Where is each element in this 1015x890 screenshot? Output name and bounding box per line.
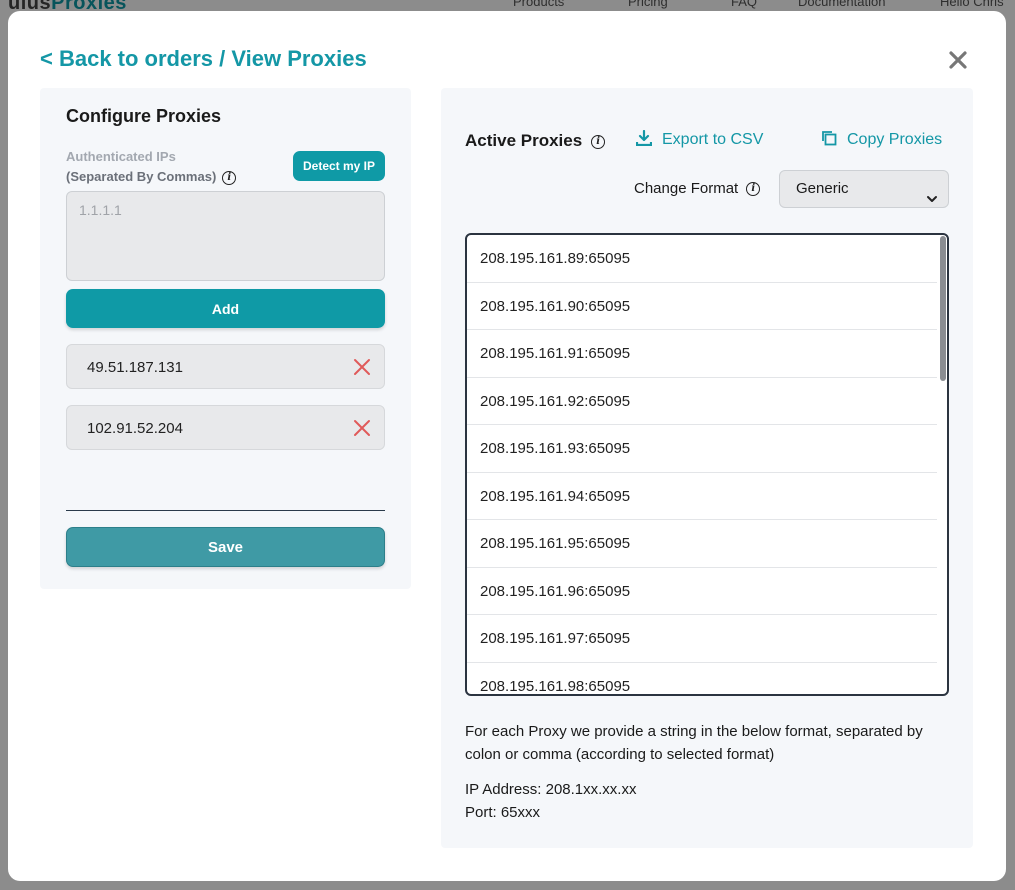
authenticated-ip-item: 102.91.52.204 — [66, 405, 385, 450]
format-selected-value: Generic — [796, 180, 849, 197]
save-button[interactable]: Save — [66, 527, 385, 567]
change-format-label: Change Format i — [634, 180, 761, 197]
port-format: Port: 65xxx — [465, 804, 541, 821]
ip-address-text: 102.91.52.204 — [87, 420, 183, 437]
proxy-row[interactable]: 208.195.161.96:65095 — [467, 568, 937, 615]
info-icon[interactable]: i — [746, 182, 761, 197]
info-icon[interactable]: i — [222, 170, 237, 185]
proxy-list[interactable]: 208.195.161.89:65095 208.195.161.90:6509… — [465, 233, 949, 696]
proxy-row[interactable]: 208.195.161.94:65095 — [467, 473, 937, 520]
proxy-row[interactable]: 208.195.161.98:65095 — [467, 663, 937, 695]
format-select[interactable]: Generic — [779, 170, 949, 208]
authenticated-ip-item: 49.51.187.131 — [66, 344, 385, 389]
authenticated-ips-input[interactable] — [66, 191, 385, 281]
proxy-row[interactable]: 208.195.161.93:65095 — [467, 425, 937, 473]
ip-address-format: IP Address: 208.1xx.xx.xx — [465, 781, 637, 798]
detect-my-ip-button[interactable]: Detect my IP — [293, 151, 385, 181]
proxy-row[interactable]: 208.195.161.90:65095 — [467, 283, 937, 330]
proxy-row[interactable]: 208.195.161.97:65095 — [467, 615, 937, 663]
configure-proxies-title: Configure Proxies — [66, 106, 222, 126]
close-icon[interactable] — [946, 48, 970, 72]
remove-ip-icon[interactable] — [352, 418, 372, 438]
ip-address-text: 49.51.187.131 — [87, 359, 183, 376]
proxy-row[interactable]: 208.195.161.95:65095 — [467, 520, 937, 568]
proxy-row[interactable]: 208.195.161.89:65095 — [467, 235, 937, 283]
add-button[interactable]: Add — [66, 289, 385, 328]
active-proxies-panel: Active Proxies i Export to CSV Copy Proxi… — [441, 88, 973, 848]
chevron-down-icon — [926, 183, 938, 219]
scrollbar[interactable] — [940, 236, 946, 381]
format-description: For each Proxy we provide a string in th… — [465, 723, 923, 763]
configure-proxies-panel: Configure Proxies Authenticated IPs (Sep… — [40, 88, 411, 589]
view-proxies-modal: < Back to orders / View Proxies Configur… — [8, 11, 1006, 881]
back-to-orders-link[interactable]: < Back to orders / View Proxies — [40, 46, 367, 72]
export-to-csv-link[interactable]: Export to CSV — [635, 129, 763, 151]
separated-by-commas-label: (Separated By Commas) i — [66, 169, 237, 185]
info-icon[interactable]: i — [591, 134, 606, 149]
copy-proxies-link[interactable]: Copy Proxies — [821, 130, 942, 151]
remove-ip-icon[interactable] — [352, 357, 372, 377]
proxy-row[interactable]: 208.195.161.92:65095 — [467, 378, 937, 425]
download-icon — [635, 129, 653, 151]
proxy-row[interactable]: 208.195.161.91:65095 — [467, 330, 937, 378]
authenticated-ips-label: Authenticated IPs — [66, 149, 176, 164]
divider — [66, 510, 385, 511]
copy-icon — [821, 130, 837, 151]
active-proxies-title: Active Proxies i — [465, 131, 606, 151]
